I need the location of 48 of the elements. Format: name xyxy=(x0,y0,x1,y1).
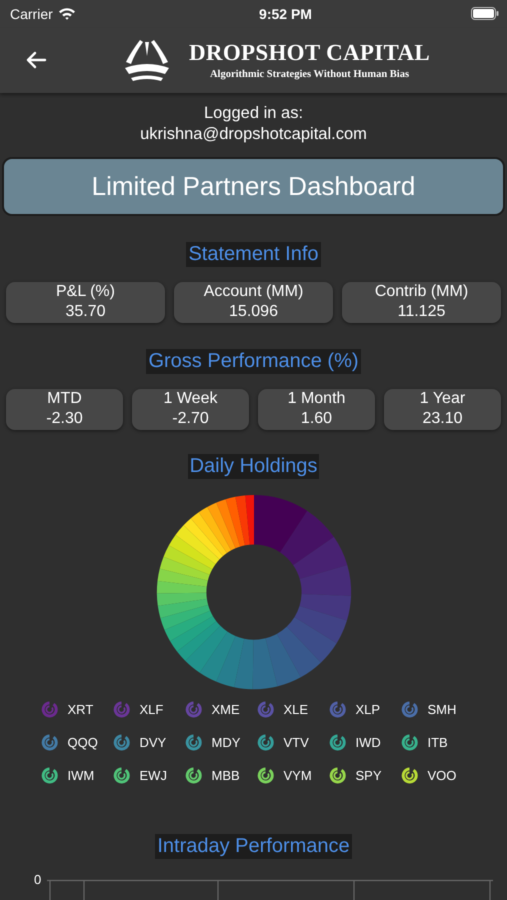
stat-value: -2.30 xyxy=(46,409,83,430)
login-label: Logged in as: xyxy=(204,103,304,124)
section-heading: Gross Performance (%) xyxy=(146,348,361,374)
legend-label: IWD xyxy=(356,735,381,750)
stat-value: -2.70 xyxy=(172,409,209,430)
section-heading: Intraday Performance xyxy=(155,834,352,860)
legend-label: VTV xyxy=(284,735,309,750)
stat-value: 11.125 xyxy=(398,302,446,322)
stat-label: P&L (%) xyxy=(56,282,115,302)
legend-label: MDY xyxy=(212,735,240,750)
stat-value: 15.096 xyxy=(229,302,278,322)
legend-label: DVY xyxy=(140,735,166,750)
login-email: ukrishna@dropshotcapital.com xyxy=(140,124,367,146)
stat-label: 1 Week xyxy=(164,389,218,410)
legend-label: SPY xyxy=(356,768,382,784)
status-time: 9:52 PM xyxy=(259,6,312,22)
legend-label: MBB xyxy=(212,768,240,784)
legend-label: XLF xyxy=(140,702,164,718)
legend-label: QQQ xyxy=(68,735,98,750)
legend-label: ITB xyxy=(428,735,448,750)
legend-label: XLP xyxy=(356,702,380,718)
battery-icon xyxy=(470,7,499,20)
legend-label: VOO xyxy=(428,768,456,784)
legend-label: VYM xyxy=(284,768,312,784)
donut-slice xyxy=(292,536,347,579)
stat-label: 1 Year xyxy=(420,389,466,410)
stat-label: MTD xyxy=(47,389,82,410)
section-heading: Statement Info xyxy=(186,242,321,267)
logo-icon xyxy=(123,38,171,82)
axis-tick-label: 0 xyxy=(34,873,42,888)
section-heading: Daily Holdings xyxy=(188,454,320,479)
stat-label: Contrib (MM) xyxy=(374,282,468,302)
legend-label: XLE xyxy=(284,702,308,718)
legend-label: SMH xyxy=(428,702,456,718)
brand-tagline: Algorithmic Strategies Without Human Bias xyxy=(210,69,410,80)
stat-label: Account (MM) xyxy=(204,282,304,302)
stat-value: 23.10 xyxy=(422,409,463,430)
legend-label: EWJ xyxy=(140,768,167,784)
carrier-label: Carrier xyxy=(10,6,53,22)
stat-value: 35.70 xyxy=(65,302,106,322)
dashboard-banner: Limited Partners Dashboard xyxy=(2,157,505,216)
legend-label: IWM xyxy=(68,768,94,784)
wifi-icon xyxy=(58,7,76,20)
stat-value: 1.60 xyxy=(300,409,332,430)
legend-label: XRT xyxy=(68,702,94,718)
brand-title: DROPSHOT CAPITAL xyxy=(189,40,430,66)
stat-label: 1 Month xyxy=(288,389,346,410)
legend-label: XME xyxy=(212,702,240,718)
